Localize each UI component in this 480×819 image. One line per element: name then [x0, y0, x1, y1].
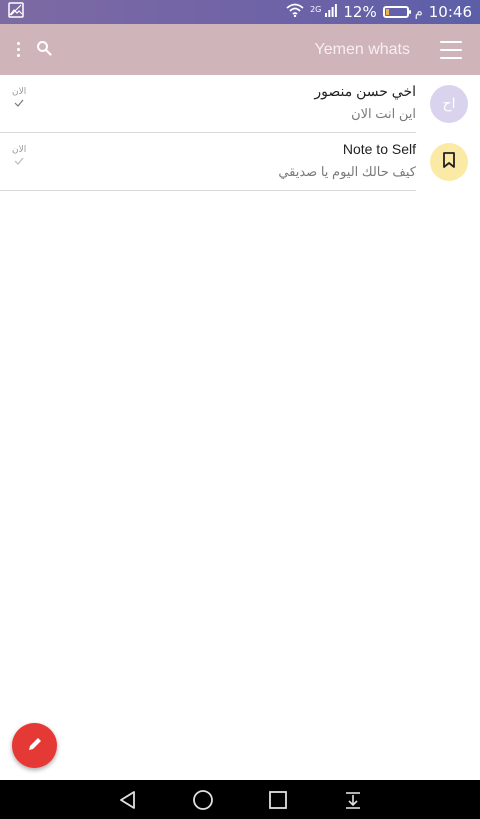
chat-name: اخي حسن منصور — [314, 83, 416, 99]
chat-preview: اين انت الان — [351, 106, 416, 121]
chat-row[interactable]: Note to Self كيف حالك اليوم يا صديقي الا… — [0, 133, 480, 191]
time-ampm: م — [414, 4, 423, 20]
back-icon[interactable] — [116, 788, 140, 812]
avatar[interactable]: اح — [430, 85, 468, 123]
pencil-icon — [27, 736, 43, 756]
chat-time: الان — [12, 87, 27, 97]
gallery-icon — [8, 2, 24, 22]
app-title: Yemen whats — [314, 41, 410, 58]
chat-list: اح اخي حسن منصور اين انت الان الان Note … — [0, 75, 480, 191]
app-bar: Yemen whats — [0, 24, 480, 75]
compose-button[interactable] — [12, 723, 57, 768]
battery-percent: 12% — [343, 3, 377, 21]
status-bar: 2G 12% م 10:46 — [0, 0, 480, 24]
menu-icon[interactable] — [440, 39, 462, 61]
notification-drawer-icon[interactable] — [341, 788, 365, 812]
divider — [0, 190, 416, 191]
status-time: 10:46 — [428, 3, 472, 21]
check-icon — [14, 157, 24, 168]
home-icon[interactable] — [191, 788, 215, 812]
bookmark-icon — [442, 152, 456, 172]
avatar-initials: اح — [442, 96, 456, 112]
battery-icon — [382, 6, 411, 18]
chat-time: الان — [12, 145, 27, 155]
signal-icon — [325, 3, 338, 21]
chat-preview: كيف حالك اليوم يا صديقي — [278, 164, 416, 179]
wifi-icon — [286, 3, 304, 21]
search-icon[interactable] — [36, 40, 52, 60]
nav-bar — [0, 780, 480, 819]
chat-row[interactable]: اح اخي حسن منصور اين انت الان الان — [0, 75, 480, 133]
avatar[interactable] — [430, 143, 468, 181]
chat-name: Note to Self — [342, 141, 416, 157]
recents-icon[interactable] — [266, 788, 290, 812]
check-icon — [14, 99, 24, 110]
network-type-label: 2G — [310, 5, 322, 14]
more-vert-icon[interactable] — [14, 39, 22, 61]
